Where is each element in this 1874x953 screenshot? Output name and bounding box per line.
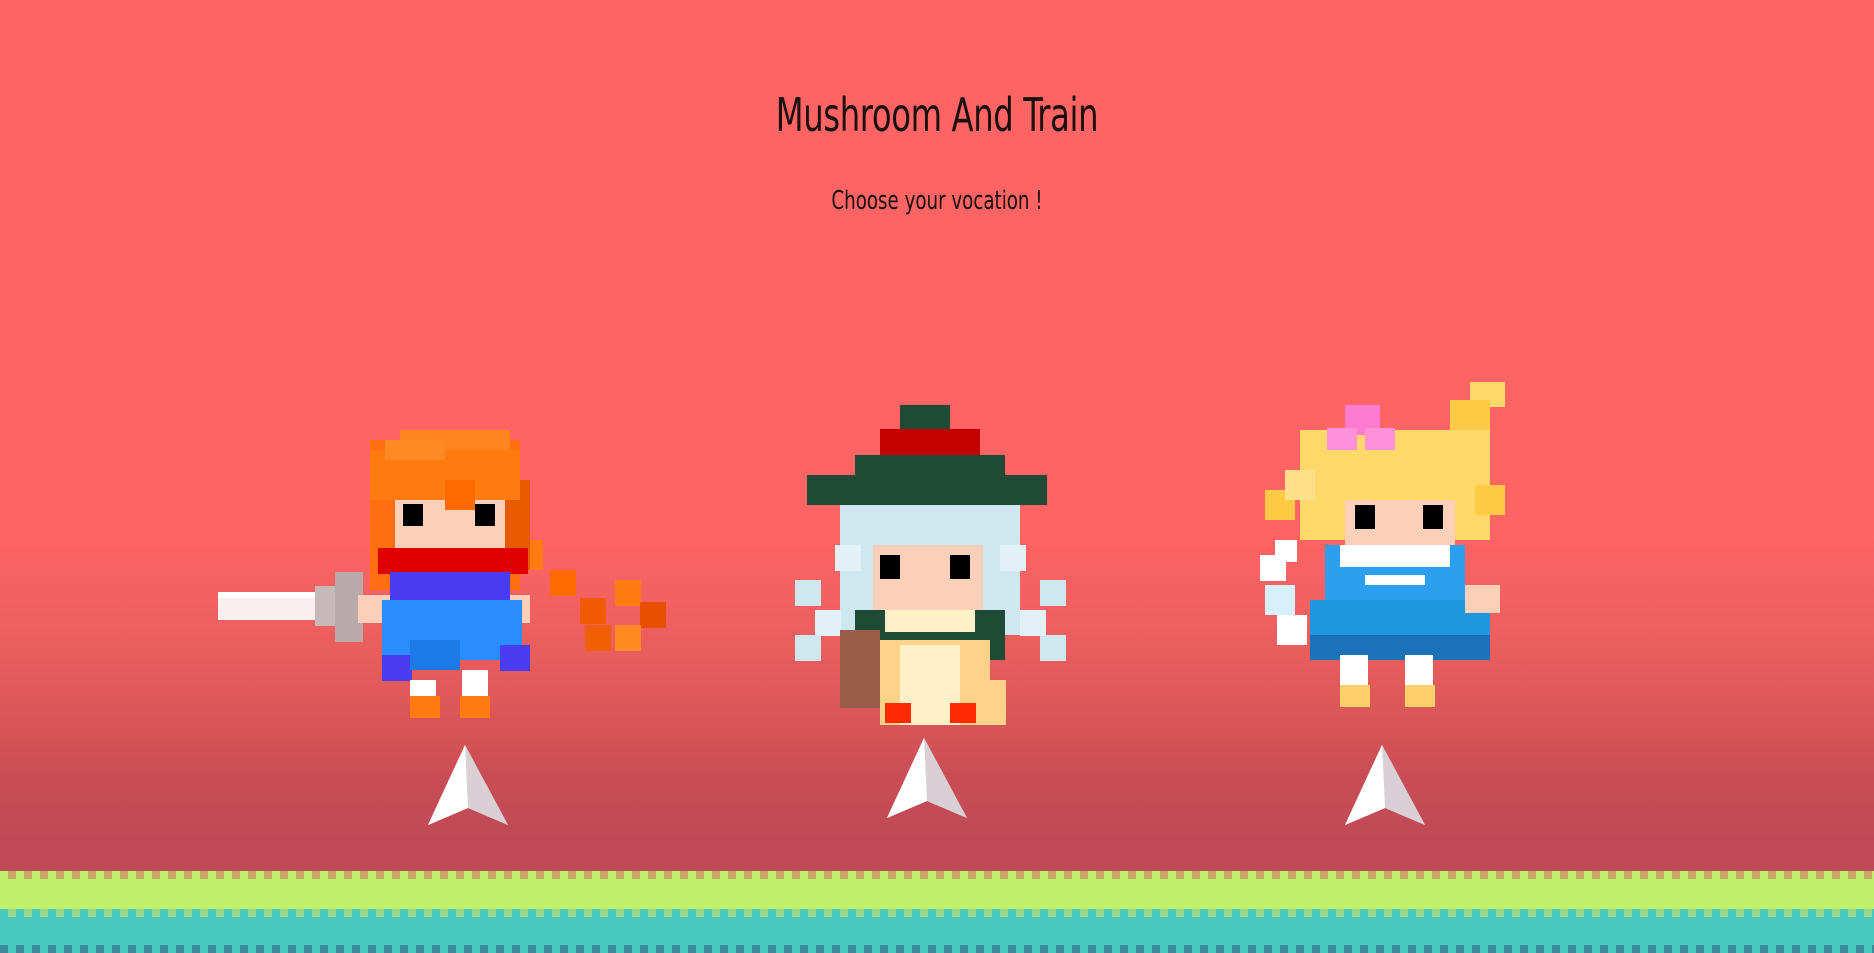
witch-green-hat-icon: [795, 405, 1066, 725]
select-cleric-arrow[interactable]: [1340, 740, 1430, 830]
swordswoman-red-hair-icon: [218, 430, 666, 718]
blonde-blue-dress-icon: [1260, 382, 1505, 707]
character-mage[interactable]: [785, 405, 1075, 725]
game-title: Mushroom And Train: [775, 88, 1099, 142]
character-warrior[interactable]: [210, 420, 690, 720]
select-arrow-icon: [428, 745, 508, 825]
vocation-prompt: Choose your vocation !: [831, 186, 1043, 216]
select-mage-arrow[interactable]: [882, 733, 972, 823]
select-warrior-arrow[interactable]: [423, 740, 513, 830]
select-arrow-icon: [1345, 745, 1425, 825]
ground-strip: [0, 871, 1874, 953]
character-cleric[interactable]: [1255, 380, 1515, 720]
select-arrow-icon: [887, 738, 967, 818]
